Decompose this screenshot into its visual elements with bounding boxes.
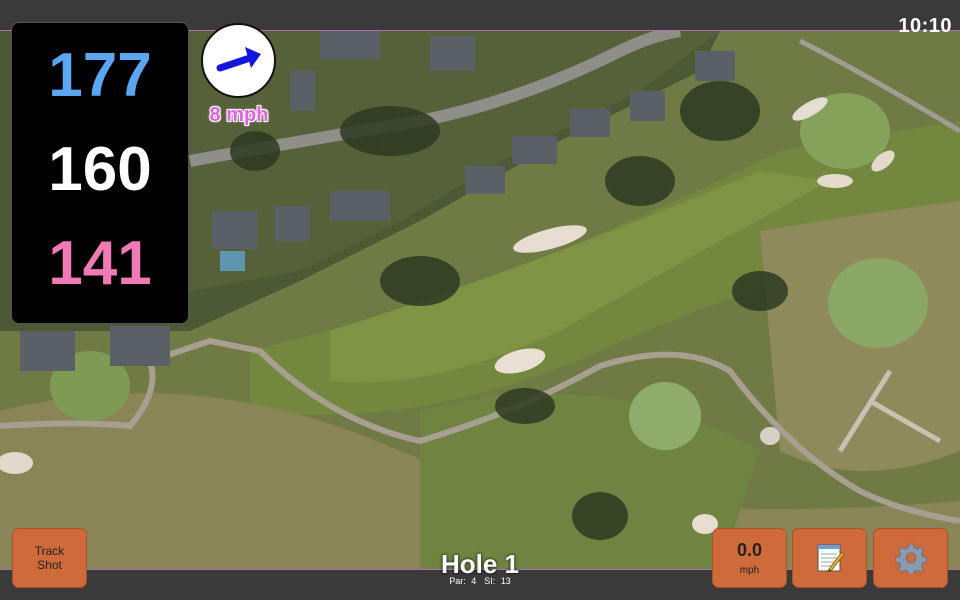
wind-button-unit: mph <box>739 565 760 576</box>
back-distance: 177 <box>48 41 152 110</box>
hole-details: Par: 4 SI: 13 <box>400 576 560 586</box>
hole-par: Par: 4 <box>449 576 477 586</box>
gear-icon <box>894 543 927 574</box>
notes-button[interactable] <box>792 528 867 588</box>
front-distance: 141 <box>48 229 152 298</box>
notepad-icon <box>817 544 845 572</box>
wind-direction-indicator <box>201 23 276 98</box>
hole-stroke-index: SI: 13 <box>484 576 511 586</box>
track-shot-label-line1: Track <box>34 544 65 558</box>
middle-distance: 160 <box>48 135 152 204</box>
distance-panel: 177 160 141 <box>11 22 189 324</box>
golf-gps-screen: 10:10 177 160 141 8 mph Track Shot Hole … <box>0 0 960 600</box>
settings-button[interactable] <box>873 528 948 588</box>
track-shot-label-line2: Shot <box>37 558 62 572</box>
wind-button-speed: 0.0 <box>736 540 763 560</box>
arrow-up-right-icon <box>216 47 261 72</box>
track-shot-button[interactable]: Track Shot <box>12 528 87 588</box>
wind-button[interactable]: 0.0 mph <box>712 528 787 588</box>
wind-speed-label: 8 mph <box>209 104 269 126</box>
clock: 10:10 <box>898 15 952 37</box>
